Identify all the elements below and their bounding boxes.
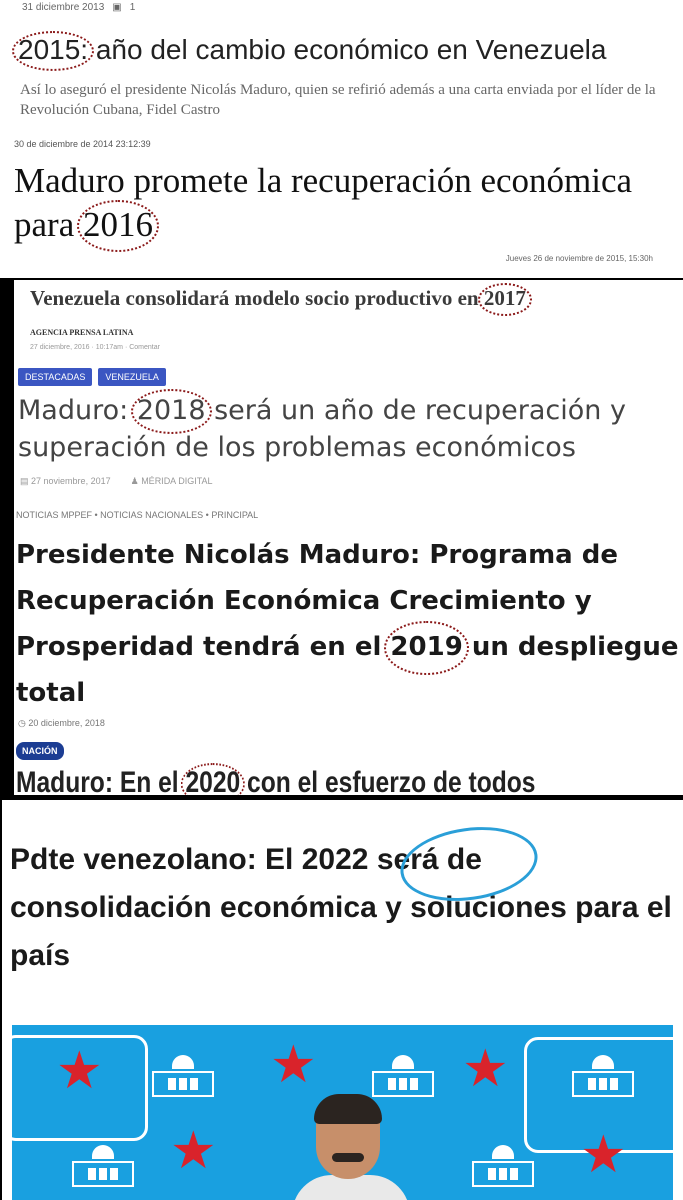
categories[interactable]: NOTICIAS MPPEF • NOTICIAS NACIONALES • P… [16, 510, 258, 520]
headline-text: Venezuela consolidará modelo socio produ… [30, 286, 484, 310]
article-date: 27 noviembre, 2017 [31, 476, 111, 486]
headline[interactable]: Maduro promete la recuperación económica… [14, 159, 674, 252]
badge-nacion[interactable]: NACIÓN [16, 742, 64, 760]
headline-2022[interactable]: Pdte venezolano: El 2022 será de consoli… [10, 836, 680, 980]
person-photo [292, 1094, 410, 1200]
year-highlight: 2017 [477, 283, 532, 316]
headline-2019[interactable]: Presidente Nicolás Maduro: Programa de R… [16, 532, 681, 716]
headline-text: Maduro: En el [16, 766, 186, 795]
headline-text: Maduro: [18, 395, 137, 426]
year-highlight: 2020 [180, 763, 245, 795]
article-2015: 31 diciembre 2013 ▣ 1 2015: año del camb… [0, 0, 683, 135]
building-icon [472, 1145, 534, 1189]
article-2016: 30 de diciembre de 2014 23:12:39 Maduro … [0, 135, 683, 278]
article-date: 31 diciembre 2013 [22, 2, 105, 13]
headline-2017[interactable]: Venezuela consolidará modelo socio produ… [30, 283, 532, 316]
headline-text: Pdte venezolano: El [10, 843, 302, 876]
star-icon: ★ [270, 1036, 317, 1094]
year-highlight: 2019 [384, 621, 470, 675]
article-author: MÉRIDA DIGITAL [141, 476, 213, 486]
article-meta: ▤ 27 noviembre, 2017 ♟ MÉRIDA DIGITAL [20, 476, 213, 487]
headline-2020[interactable]: Maduro: En el 2020 con el esfuerzo de to… [16, 763, 536, 795]
year-highlight: 2022 [301, 843, 369, 876]
headline-text: con el esfuerzo de todos [240, 766, 536, 795]
badge-venezuela[interactable]: VENEZUELA [98, 368, 166, 386]
badge-destacadas[interactable]: DESTACADAS [18, 368, 93, 386]
building-icon [372, 1055, 434, 1099]
category-badges: DESTACADAS VENEZUELA [18, 368, 166, 386]
headline-2018[interactable]: Maduro: 2018 será un año de recuperación… [18, 389, 678, 466]
star-icon: ★ [170, 1122, 217, 1180]
star-icon: ★ [462, 1040, 509, 1098]
building-icon [72, 1145, 134, 1189]
article-meta: 31 diciembre 2013 ▣ 1 [22, 2, 135, 13]
clock-icon: ◷ [18, 718, 26, 728]
date-text: 20 diciembre, 2018 [28, 718, 105, 728]
article-date: 30 de diciembre de 2014 23:12:39 [14, 139, 151, 149]
star-icon: ★ [56, 1042, 103, 1100]
year-highlight: 2016 [76, 200, 159, 252]
user-icon: ♟ [130, 476, 139, 486]
star-icon: ★ [580, 1126, 627, 1184]
article-meta: 27 diciembre, 2016 · 10:17am · Comentar [30, 344, 160, 351]
timestamp: Jueves 26 de noviembre de 2015, 15:30h [505, 254, 653, 263]
headline[interactable]: 2015: año del cambio económico en Venezu… [11, 31, 607, 71]
article-2022: Pdte venezolano: El 2022 será de consoli… [2, 800, 683, 1200]
article-photo[interactable]: ★ ★ ★ ★ ★ [12, 1025, 673, 1200]
article-date: ◷ 20 diciembre, 2018 [18, 718, 105, 729]
calendar-icon: ▤ [20, 476, 29, 486]
year-highlight: 2015: [11, 31, 95, 71]
comment-icon: ▣ [112, 2, 122, 13]
building-icon [152, 1055, 214, 1099]
building-icon [572, 1055, 634, 1099]
agency-name: AGENCIA PRENSA LATINA [30, 328, 134, 337]
year-highlight: 2018 [130, 389, 212, 434]
articles-2017-2020: Venezuela consolidará modelo socio produ… [14, 280, 683, 795]
headline-text: año del cambio económico en Venezuela [88, 34, 607, 65]
subtitle: Así lo aseguró el presidente Nicolás Mad… [20, 82, 656, 118]
comment-count: 1 [129, 2, 136, 13]
